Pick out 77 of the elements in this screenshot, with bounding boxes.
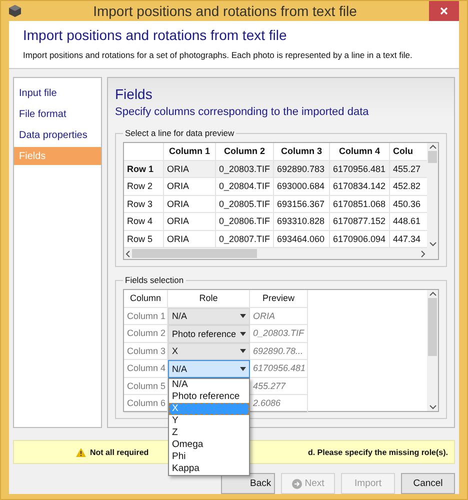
dialog-button[interactable]: Cancel [401,473,455,494]
vertical-scrollbar[interactable] [427,290,438,411]
dialog-description: Import positions and rotations for a set of photographs. Each photo is represented by a line in a text file. [23,50,414,60]
caret-icon [240,314,246,318]
panel-subtitle: Specify columns corresponding to the imported data [115,106,370,118]
table-cell: 693000.684 [274,178,330,196]
cube-icon [9,5,21,17]
dropdown-option[interactable]: Kappa [169,462,249,474]
dropdown-option[interactable]: Z [169,426,249,438]
row-header[interactable]: Row 3 [124,196,164,213]
table-cell: 693310.828 [274,213,330,230]
table-cell: 0_20805.TIF [216,196,274,213]
panel-title: Fields [115,86,154,102]
scroll-down-icon[interactable] [428,240,436,248]
row-header[interactable]: Row 4 [124,213,164,230]
table-cell: ORIA [164,178,216,196]
table-cell: 693156.367 [274,196,330,213]
table-cell: 6170956.481 [330,160,390,178]
role-dropdown[interactable]: X [168,342,250,360]
step-item[interactable]: File format [14,105,101,123]
arrow-icon [292,478,302,488]
table-cell: 6170834.142 [330,178,390,196]
horizontal-scrollbar[interactable] [124,248,438,259]
dropdown-option[interactable]: Y [169,414,249,426]
step-item[interactable]: Data properties [14,126,101,144]
dropdown-option[interactable]: Photo reference [169,390,249,402]
close-button[interactable] [429,1,459,21]
dropdown-option[interactable]: Omega [169,438,249,450]
table-cell: ORIA [164,213,216,230]
scroll-up-icon[interactable] [428,143,436,151]
row-header: Column 5 [124,378,168,395]
vertical-scrollbar[interactable] [427,143,438,248]
table-cell: 6170851.068 [330,196,390,213]
row-header: Column 6 [124,395,168,412]
table-cell: 0_20806.TIF [216,213,274,230]
table-cell: 692890.78... [250,342,308,360]
column-header[interactable]: Preview [250,290,308,308]
warning-text: d. Please specify the missing role(s). [308,448,448,456]
window-title: Import positions and rotations from text file [92,3,358,19]
table-cell: 0_20803.TIF [250,325,308,342]
back-button[interactable]: Back [221,473,275,494]
warning-icon [76,448,86,456]
scroll-right-icon[interactable] [419,250,427,258]
scroll-thumb[interactable] [132,249,257,258]
scroll-left-icon[interactable] [124,250,132,258]
column-header[interactable]: Column [124,290,168,308]
table-cell: 455.27 [390,160,427,178]
table-cell: 692890.783 [274,160,330,178]
warning-text: Not all required [90,448,149,456]
dropdown-option[interactable]: N/A [169,378,249,390]
scroll-thumb[interactable] [428,298,437,356]
caret-icon [240,349,246,354]
role-dropdown[interactable]: N/A [168,360,250,378]
group-label: Fields selection [124,275,185,285]
role-dropdown[interactable]: Photo reference [168,325,250,342]
table-cell: 2.6086 [250,395,308,412]
table-cell: 455.277 [250,378,308,395]
group-label: Select a line for data preview [124,128,236,138]
row-header[interactable]: Row 1 [124,160,164,178]
dropdown-option[interactable]: Phi [169,450,249,462]
scroll-thumb[interactable] [428,151,437,163]
row-header[interactable]: Row 2 [124,178,164,196]
table-cell: ORIA [250,308,308,325]
scroll-up-icon[interactable] [428,290,436,298]
caret-icon [240,332,246,336]
close-icon [440,7,448,15]
role-dropdown[interactable]: N/A [168,308,250,325]
scroll-down-icon[interactable] [428,403,436,411]
table-cell: 0_20804.TIF [216,178,274,196]
table-cell: ORIA [164,196,216,213]
table-cell: ORIA [164,160,216,178]
caret-icon [240,366,246,371]
step-item[interactable]: Input file [14,84,101,102]
table-cell: 6170877.152 [330,213,390,230]
table-cell: 6170956.481 [250,360,308,378]
table-cell: 0_20803.TIF [216,160,274,178]
dialog-heading: Import positions and rotations from text file [23,27,288,43]
